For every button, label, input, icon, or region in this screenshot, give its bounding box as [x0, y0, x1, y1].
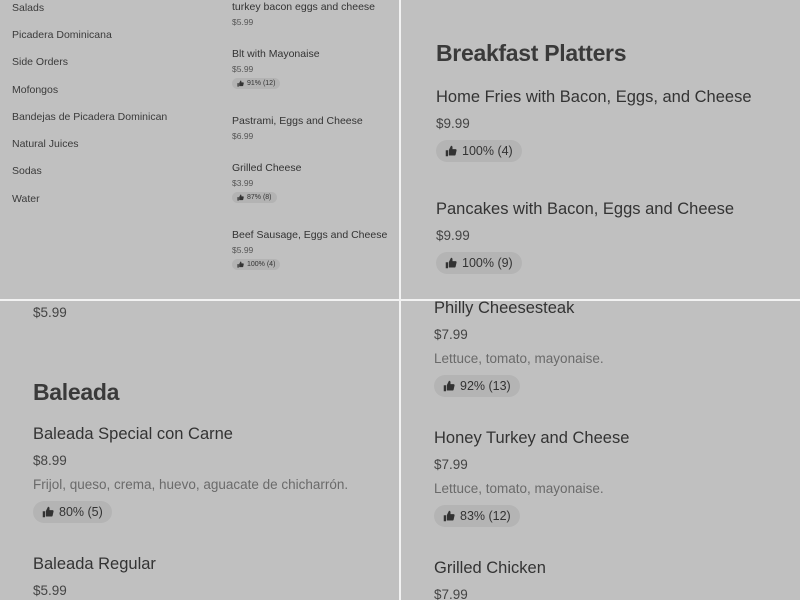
category-item[interactable]: Salads	[12, 2, 44, 14]
thumbs-up-icon	[237, 80, 244, 87]
item-price: $7.99	[434, 587, 468, 600]
item-price: $5.99	[232, 64, 254, 74]
category-item[interactable]: Water	[12, 193, 40, 205]
menu-nav-panel: Salads Picadera Dominicana Side Orders M…	[0, 0, 399, 299]
item-price: $5.99	[232, 245, 254, 255]
item-price: $9.99	[436, 228, 470, 243]
rating-text: 83% (12)	[460, 509, 511, 523]
thumbs-up-icon	[445, 145, 457, 157]
item-title: Pastrami, Eggs and Cheese	[232, 115, 363, 127]
breakfast-platters-panel: Breakfast Platters Home Fries with Bacon…	[401, 0, 800, 299]
rating-text: 100% (4)	[247, 261, 276, 268]
sandwiches-panel: Philly Cheesesteak $7.99 Lettuce, tomato…	[401, 301, 800, 600]
menu-item-card[interactable]: Pastrami, Eggs and Cheese $6.99	[232, 115, 392, 141]
menu-item-card[interactable]: Blt with Mayonaise $5.99 91% (12)	[232, 48, 392, 92]
rating-text: 87% (8)	[247, 194, 272, 201]
item-title: Home Fries with Bacon, Eggs, and Cheese	[436, 88, 752, 106]
rating-badge: 87% (8)	[232, 192, 277, 203]
rating-badge: 83% (12)	[434, 505, 520, 527]
item-title: Grilled Cheese	[232, 162, 302, 174]
item-price: $5.99	[232, 17, 254, 27]
rating-text: 92% (13)	[460, 379, 511, 393]
menu-item-card[interactable]: turkey bacon eggs and cheese $5.99	[232, 1, 392, 27]
item-title: Blt with Mayonaise	[232, 48, 320, 60]
rating-badge: 100% (4)	[232, 259, 281, 270]
menu-item-card[interactable]: Honey Turkey and Cheese $7.99 Lettuce, t…	[434, 429, 629, 527]
rating-badge: 100% (9)	[436, 252, 522, 274]
menu-item-card[interactable]: Baleada Special con Carne $8.99 Frijol, …	[33, 425, 348, 523]
thumbs-up-icon	[237, 261, 244, 268]
item-title: Baleada Regular	[33, 555, 156, 573]
baleada-panel: $5.99 Baleada Baleada Special con Carne …	[0, 301, 399, 600]
item-price: $5.99	[33, 583, 67, 598]
category-item[interactable]: Bandejas de Picadera Dominican	[12, 111, 167, 123]
category-item[interactable]: Sodas	[12, 165, 42, 177]
item-title: Beef Sausage, Eggs and Cheese	[232, 229, 388, 241]
rating-badge: 92% (13)	[434, 375, 520, 397]
rating-badge: 91% (12)	[232, 78, 281, 89]
item-title: Honey Turkey and Cheese	[434, 429, 630, 447]
item-price: $9.99	[436, 116, 470, 131]
quadrant-divider-horizontal	[0, 299, 800, 301]
category-item[interactable]: Picadera Dominicana	[12, 29, 112, 41]
item-description: Frijol, queso, crema, huevo, aguacate de…	[33, 477, 349, 492]
thumbs-up-icon	[445, 257, 457, 269]
item-price: $5.99	[33, 305, 67, 320]
item-price: $8.99	[33, 453, 67, 468]
item-title: turkey bacon eggs and cheese	[232, 1, 376, 13]
rating-text: 100% (9)	[462, 256, 513, 270]
thumbs-up-icon	[237, 194, 244, 201]
menu-item-card[interactable]: Baleada Regular $5.99	[33, 555, 156, 598]
section-heading: Baleada	[33, 379, 120, 405]
item-price: $6.99	[232, 131, 254, 141]
rating-badge: 80% (5)	[33, 501, 112, 523]
category-item[interactable]: Side Orders	[12, 56, 68, 68]
menu-item-card[interactable]: Philly Cheesesteak $7.99 Lettuce, tomato…	[434, 301, 604, 397]
thumbs-up-icon	[443, 510, 455, 522]
item-title: Philly Cheesesteak	[434, 301, 575, 317]
menu-item-card[interactable]: Grilled Chicken $7.99	[434, 559, 546, 600]
thumbs-up-icon	[42, 506, 54, 518]
item-price: $3.99	[232, 178, 254, 188]
menu-item-card[interactable]: Home Fries with Bacon, Eggs, and Cheese …	[436, 88, 752, 162]
category-item[interactable]: Natural Juices	[12, 138, 79, 150]
item-title: Grilled Chicken	[434, 559, 546, 577]
item-title: Baleada Special con Carne	[33, 425, 233, 443]
item-description: Lettuce, tomato, mayonaise.	[434, 481, 604, 496]
rating-badge: 100% (4)	[436, 140, 522, 162]
item-description: Lettuce, tomato, mayonaise.	[434, 351, 604, 366]
menu-item-card[interactable]: $5.99	[33, 305, 67, 320]
item-price: $7.99	[434, 457, 468, 472]
menu-item-card[interactable]: Beef Sausage, Eggs and Cheese $5.99 100%…	[232, 229, 392, 273]
rating-text: 91% (12)	[247, 80, 276, 87]
rating-text: 100% (4)	[462, 144, 513, 158]
menu-item-card[interactable]: Grilled Cheese $3.99 87% (8)	[232, 162, 392, 206]
item-title: Pancakes with Bacon, Eggs and Cheese	[436, 200, 735, 218]
section-heading: Breakfast Platters	[436, 40, 627, 66]
thumbs-up-icon	[443, 380, 455, 392]
item-price: $7.99	[434, 327, 468, 342]
rating-text: 80% (5)	[59, 505, 103, 519]
category-item[interactable]: Mofongos	[12, 84, 58, 96]
menu-item-card[interactable]: Pancakes with Bacon, Eggs and Cheese $9.…	[436, 200, 734, 274]
